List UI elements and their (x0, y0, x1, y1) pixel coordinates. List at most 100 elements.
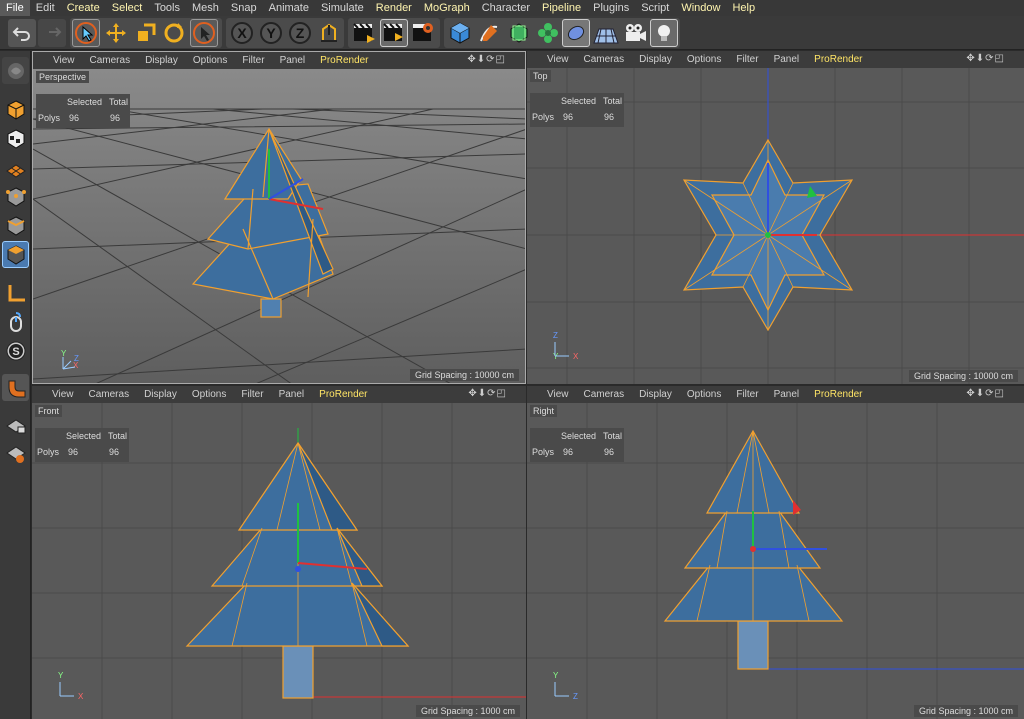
viewport-menu-filter[interactable]: Filter (242, 55, 264, 66)
hud-total-header: Total (603, 96, 623, 106)
edge-mode-icon[interactable] (2, 212, 29, 239)
viewport-right[interactable]: View Cameras Display Options Filter Pane… (527, 386, 1024, 719)
tweak-mode-icon[interactable] (2, 308, 29, 335)
menu-help[interactable]: Help (726, 0, 761, 16)
render-picture-viewer-icon[interactable] (380, 19, 408, 47)
viewport-menu-prorender[interactable]: ProRender (814, 54, 862, 65)
viewport-perspective[interactable]: View Cameras Display Options Filter Pane… (32, 51, 526, 384)
viewport-menu-filter[interactable]: Filter (736, 389, 758, 400)
hud-total-value: 96 (109, 447, 120, 457)
solo-mode-icon[interactable]: S (2, 337, 29, 364)
axis-mode-icon[interactable] (2, 279, 29, 306)
viewport-front[interactable]: View Cameras Display Options Filter Pane… (32, 386, 526, 719)
viewport-top[interactable]: View Cameras Display Options Filter Pane… (527, 51, 1024, 384)
viewport-menu-panel[interactable]: Panel (280, 55, 306, 66)
menu-render[interactable]: Render (370, 0, 418, 16)
make-editable-icon[interactable] (2, 57, 29, 84)
hud-stats: Selected Total Polys 96 96 (530, 428, 624, 462)
viewport-menu-prorender[interactable]: ProRender (814, 389, 862, 400)
viewport-menu-cameras[interactable]: Cameras (90, 55, 131, 66)
workplane-lock-icon[interactable] (2, 411, 29, 438)
viewport-menu-cameras[interactable]: Cameras (89, 389, 130, 400)
subdivision-icon[interactable] (505, 19, 533, 47)
viewport-navigation-icons[interactable]: ✥⬇⟳◰ (966, 53, 1005, 64)
menu-tools[interactable]: Tools (148, 0, 186, 16)
undo-icon[interactable] (8, 19, 36, 47)
menu-simulate[interactable]: Simulate (315, 0, 370, 16)
viewport-menu-prorender[interactable]: ProRender (319, 389, 367, 400)
live-selection-icon[interactable] (72, 19, 100, 47)
menu-animate[interactable]: Animate (263, 0, 315, 16)
viewport-navigation-icons[interactable]: ✥⬇⟳◰ (467, 54, 506, 65)
render-settings-icon[interactable] (409, 19, 437, 47)
move-icon[interactable] (102, 19, 130, 47)
menu-plugins[interactable]: Plugins (587, 0, 635, 16)
hud-selected-value: 96 (69, 113, 80, 123)
y-axis-lock-icon[interactable]: Y (257, 19, 285, 47)
hud-stats: Selected Total Polys 96 96 (36, 94, 130, 128)
viewport-menu-panel[interactable]: Panel (279, 389, 305, 400)
menu-mograph[interactable]: MoGraph (418, 0, 476, 16)
viewport-menu-display[interactable]: Display (144, 389, 177, 400)
snap-icon[interactable] (2, 374, 29, 401)
menu-mesh[interactable]: Mesh (186, 0, 225, 16)
pen-spline-icon[interactable] (475, 19, 503, 47)
point-mode-icon[interactable] (2, 183, 29, 210)
axis-z-label: Z (553, 331, 558, 340)
viewport-menu: View Cameras Display Options Filter Pane… (527, 386, 1024, 403)
mograph-cloner-icon[interactable] (534, 19, 562, 47)
viewport-menu-panel[interactable]: Panel (774, 389, 800, 400)
menu-edit[interactable]: Edit (30, 0, 61, 16)
menu-script[interactable]: Script (635, 0, 675, 16)
viewport-menu-view[interactable]: View (547, 54, 569, 65)
polygon-mode-icon[interactable] (2, 241, 29, 268)
viewport-menu-options[interactable]: Options (687, 389, 721, 400)
workplane-mode-icon[interactable] (2, 154, 29, 181)
viewport-menu-view[interactable]: View (52, 389, 74, 400)
scale-icon[interactable] (132, 19, 160, 47)
z-axis-lock-icon[interactable]: Z (286, 19, 314, 47)
menu-create[interactable]: Create (61, 0, 106, 16)
hud-stats: Selected Total Polys 96 96 (530, 93, 624, 127)
viewport-navigation-icons[interactable]: ✥⬇⟳◰ (966, 388, 1005, 399)
menu-select[interactable]: Select (106, 0, 149, 16)
viewport-menu-options[interactable]: Options (192, 389, 226, 400)
viewport-menu-display[interactable]: Display (639, 389, 672, 400)
floor-icon[interactable] (592, 19, 620, 47)
coordinate-system-icon[interactable] (315, 19, 343, 47)
hud-total-value: 96 (110, 113, 121, 123)
viewport-menu-panel[interactable]: Panel (774, 54, 800, 65)
light-icon[interactable] (650, 19, 678, 47)
deformer-icon[interactable] (562, 19, 590, 47)
menu-character[interactable]: Character (476, 0, 536, 16)
workplane-settings-icon[interactable] (2, 440, 29, 467)
render-view-icon[interactable] (350, 19, 378, 47)
viewport-menu-view[interactable]: View (547, 389, 569, 400)
recent-tool-icon[interactable] (190, 19, 218, 47)
menu-snap[interactable]: Snap (225, 0, 263, 16)
viewport-menu-cameras[interactable]: Cameras (584, 54, 625, 65)
viewport-menu-cameras[interactable]: Cameras (584, 389, 625, 400)
model-mode-icon[interactable] (2, 96, 29, 123)
viewport-menu-filter[interactable]: Filter (736, 54, 758, 65)
rotate-icon[interactable] (160, 19, 188, 47)
axis-y-label: Y (61, 349, 67, 358)
viewport-menu-filter[interactable]: Filter (241, 389, 263, 400)
viewport-menu-display[interactable]: Display (145, 55, 178, 66)
texture-mode-icon[interactable] (2, 125, 29, 152)
grid-spacing-label: Grid Spacing : 1000 cm (415, 705, 520, 717)
viewport-navigation-icons[interactable]: ✥⬇⟳◰ (468, 388, 507, 399)
cube-primitive-icon[interactable] (446, 19, 474, 47)
menu-file[interactable]: File (0, 0, 30, 16)
viewport-menu-view[interactable]: View (53, 55, 75, 66)
viewport-menu-options[interactable]: Options (687, 54, 721, 65)
redo-icon[interactable] (38, 19, 66, 47)
viewport-menu-options[interactable]: Options (193, 55, 227, 66)
viewport-menu-display[interactable]: Display (639, 54, 672, 65)
menu-window[interactable]: Window (675, 0, 726, 16)
x-axis-lock-icon[interactable]: X (228, 19, 256, 47)
viewport-menu-prorender[interactable]: ProRender (320, 55, 368, 66)
camera-icon[interactable] (621, 19, 649, 47)
hud-stats: Selected Total Polys 96 96 (35, 428, 129, 462)
menu-pipeline[interactable]: Pipeline (536, 0, 587, 16)
